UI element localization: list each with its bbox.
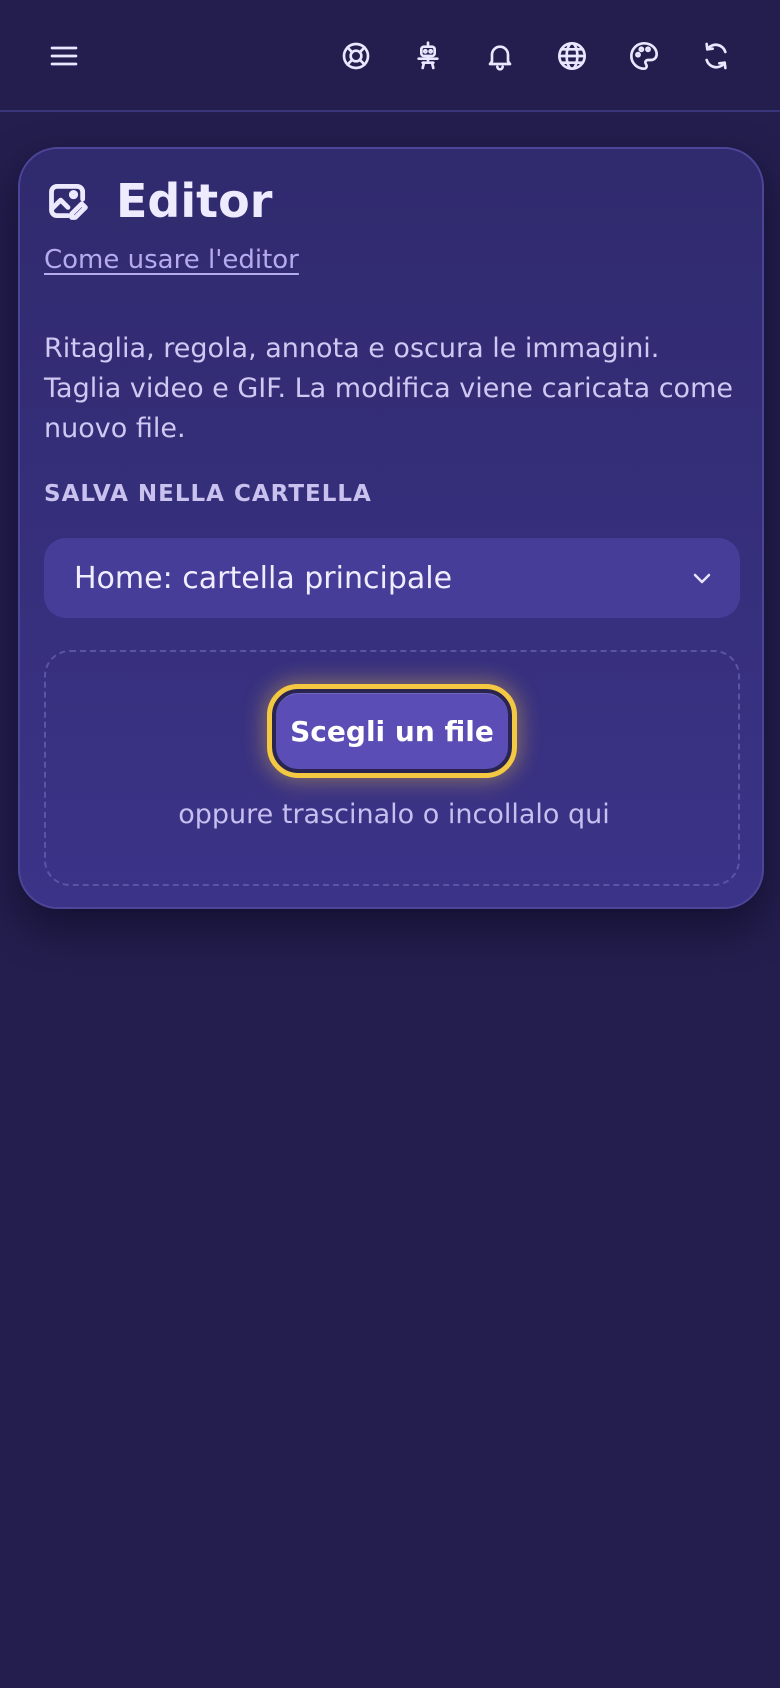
folder-label: SALVA NELLA CARTELLA — [44, 481, 372, 507]
menu-icon[interactable] — [34, 26, 94, 86]
page-title: Editor — [116, 174, 273, 228]
help-icon[interactable] — [326, 26, 386, 86]
image-edit-icon — [46, 179, 90, 223]
editor-card: Editor Come usare l'editor Ritaglia, reg… — [18, 147, 764, 909]
top-bar — [0, 0, 780, 112]
folder-select[interactable]: Home: cartella principale — [44, 538, 740, 618]
file-dropzone[interactable]: Scegli un file oppure trascinalo o incol… — [44, 650, 740, 886]
globe-icon[interactable] — [542, 26, 602, 86]
choose-file-button[interactable]: Scegli un file — [267, 684, 517, 778]
drop-hint: oppure trascinalo o incollalo qui — [178, 799, 610, 830]
folder-select-value: Home: cartella principale — [74, 560, 453, 596]
help-link[interactable]: Come usare l'editor — [44, 243, 299, 277]
palette-icon[interactable] — [614, 26, 674, 86]
chevron-down-icon — [690, 566, 714, 590]
refresh-icon[interactable] — [686, 26, 746, 86]
bell-icon[interactable] — [470, 26, 530, 86]
editor-description: Ritaglia, regola, annota e oscura le imm… — [44, 333, 733, 444]
robot-icon[interactable] — [398, 26, 458, 86]
